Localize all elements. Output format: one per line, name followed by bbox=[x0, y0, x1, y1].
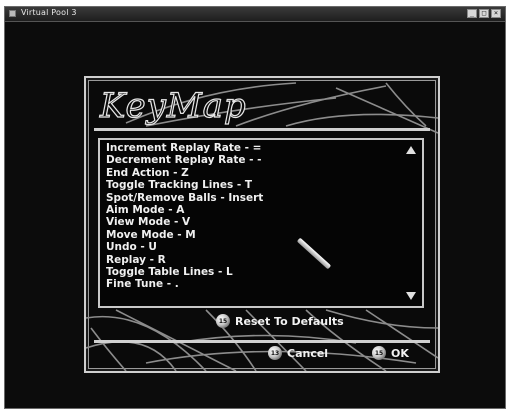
pool-ball-icon: 15 bbox=[372, 346, 386, 360]
cancel-label: Cancel bbox=[287, 346, 329, 360]
list-item[interactable]: Aim Mode - A bbox=[106, 204, 402, 216]
scroll-down-arrow-icon[interactable] bbox=[406, 292, 416, 300]
pool-ball-icon: 13 bbox=[268, 346, 282, 360]
list-item[interactable]: Undo - U bbox=[106, 241, 402, 253]
game-window: Virtual Pool 3 _ □ × KeyMap Increment Re… bbox=[4, 6, 506, 409]
list-item[interactable]: Fine Tune - . bbox=[106, 278, 402, 290]
window-title: Virtual Pool 3 bbox=[21, 8, 77, 17]
list-item[interactable]: View Mode - V bbox=[106, 216, 402, 228]
pool-ball-icon: 15 bbox=[216, 314, 230, 328]
reset-to-defaults-button[interactable]: 15 Reset To Defaults bbox=[216, 314, 344, 328]
keymap-panel: KeyMap Increment Replay Rate - = Decreme… bbox=[84, 76, 440, 373]
list-item[interactable]: Toggle Tracking Lines - T bbox=[106, 179, 402, 191]
title-bar: Virtual Pool 3 _ □ × bbox=[5, 7, 505, 22]
top-divider bbox=[94, 128, 430, 131]
maximize-button[interactable]: □ bbox=[479, 9, 489, 18]
reset-to-defaults-label: Reset To Defaults bbox=[235, 314, 344, 328]
ok-button[interactable]: 15 OK bbox=[372, 346, 409, 360]
keymap-list[interactable]: Increment Replay Rate - = Decrement Repl… bbox=[98, 138, 424, 308]
list-item[interactable]: Move Mode - M bbox=[106, 229, 402, 241]
list-item[interactable]: Toggle Table Lines - L bbox=[106, 266, 402, 278]
keymap-title: KeyMap bbox=[99, 85, 247, 126]
list-item[interactable]: Spot/Remove Balls - Insert bbox=[106, 192, 402, 204]
window-controls: _ □ × bbox=[467, 9, 501, 18]
list-item[interactable]: Decrement Replay Rate - - bbox=[106, 154, 402, 166]
list-item[interactable]: Increment Replay Rate - = bbox=[106, 142, 402, 154]
list-item[interactable]: Replay - R bbox=[106, 254, 402, 266]
minimize-button[interactable]: _ bbox=[467, 9, 477, 18]
cancel-button[interactable]: 13 Cancel bbox=[268, 346, 328, 360]
close-button[interactable]: × bbox=[491, 9, 501, 18]
list-item[interactable]: End Action - Z bbox=[106, 167, 402, 179]
app-icon[interactable] bbox=[9, 10, 16, 17]
ok-label: OK bbox=[391, 346, 409, 360]
bottom-divider bbox=[94, 340, 430, 343]
scroll-up-arrow-icon[interactable] bbox=[406, 146, 416, 154]
